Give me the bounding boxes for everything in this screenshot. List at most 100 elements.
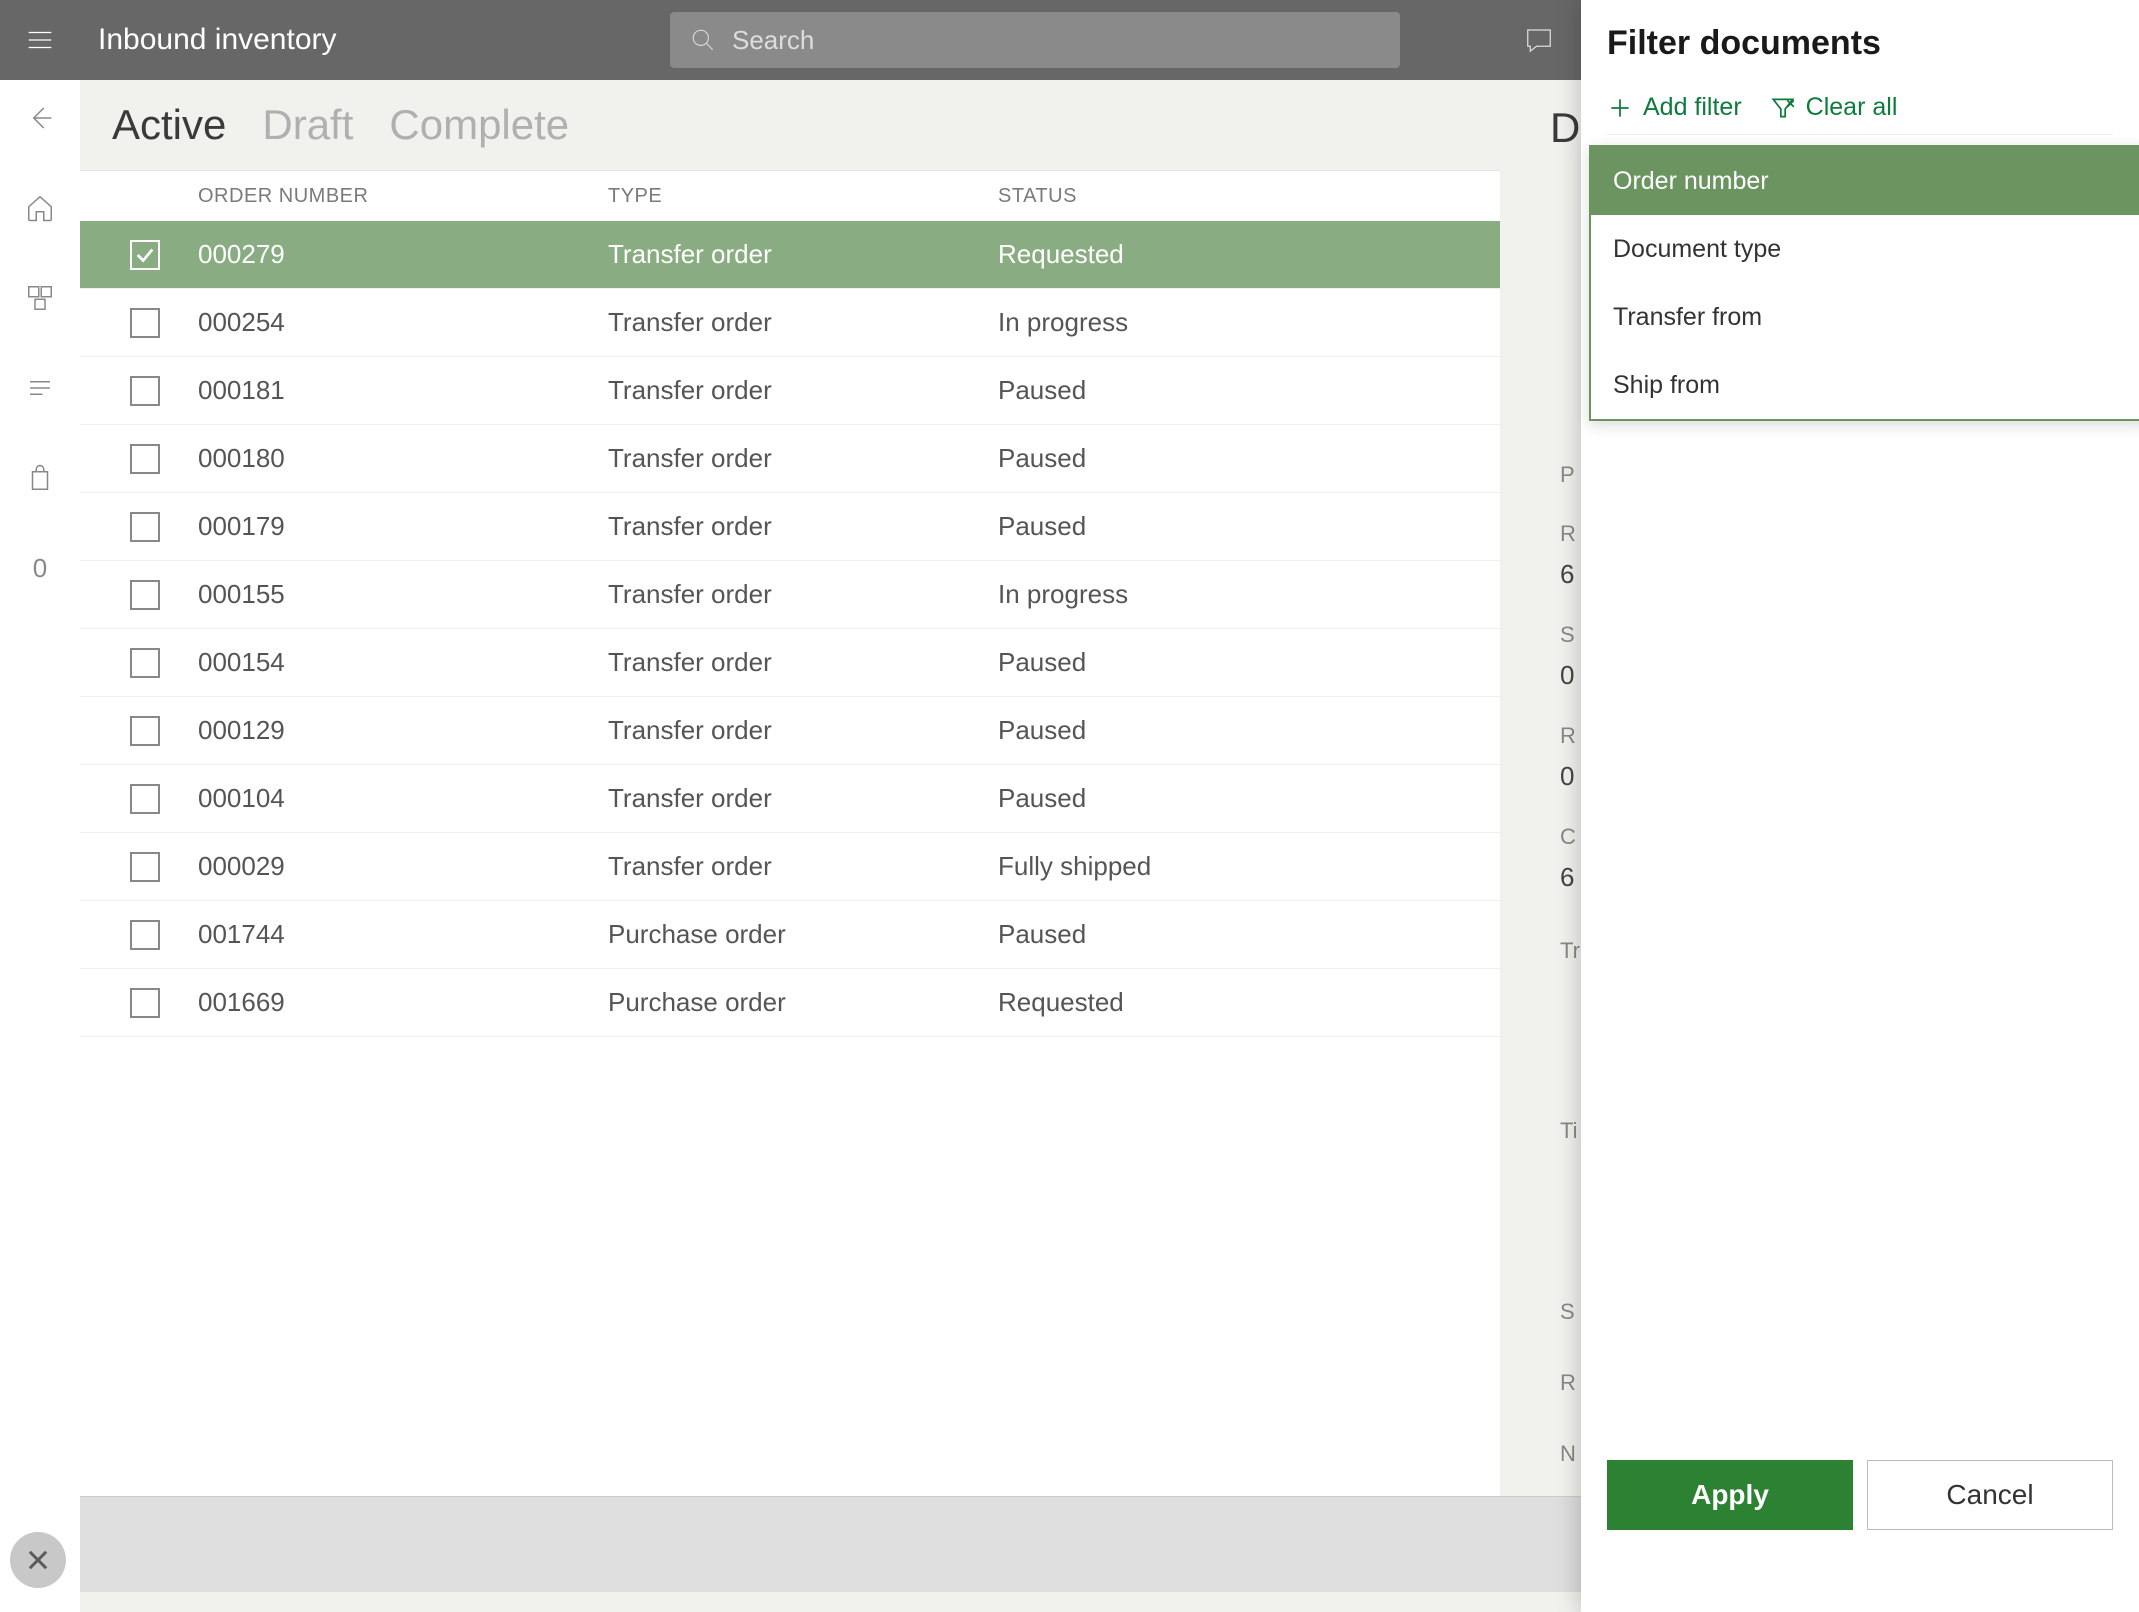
add-filter-label: Add filter [1643,93,1742,122]
tab-draft[interactable]: Draft [262,101,353,149]
row-checkbox[interactable] [130,580,160,610]
search-placeholder: Search [732,25,814,56]
search-input[interactable]: Search [670,12,1400,68]
check-icon [134,244,156,266]
row-checkbox[interactable] [130,716,160,746]
row-checkbox[interactable] [130,308,160,338]
row-checkbox[interactable] [130,444,160,474]
cell-order-number: 000155 [198,579,598,610]
nav-counter[interactable]: 0 [20,548,60,588]
table-header: ORDER NUMBER TYPE STATUS [80,171,1500,221]
nav-home[interactable] [20,188,60,228]
row-checkbox[interactable] [130,784,160,814]
dropdown-option-transfer-from[interactable]: Transfer from [1591,283,2139,351]
cell-status: Requested [998,239,1500,270]
table-row[interactable]: 000181Transfer orderPaused [80,357,1500,425]
table-row[interactable]: 001669Purchase orderRequested [80,969,1500,1037]
clear-all-button[interactable]: Clear all [1770,93,1898,122]
cell-order-number: 000179 [198,511,598,542]
row-checkbox[interactable] [130,240,160,270]
cell-type: Transfer order [598,647,998,678]
bag-icon [25,463,55,493]
table-row[interactable]: 000129Transfer orderPaused [80,697,1500,765]
table-row[interactable]: 000180Transfer orderPaused [80,425,1500,493]
dropdown-option-ship-from[interactable]: Ship from [1591,351,2139,419]
table-row[interactable]: 000179Transfer orderPaused [80,493,1500,561]
home-icon [25,193,55,223]
row-checkbox[interactable] [130,852,160,882]
header-order[interactable]: ORDER NUMBER [198,185,368,207]
back-button[interactable] [20,98,60,138]
page-title: Inbound inventory [98,23,337,57]
table-row[interactable]: 000029Transfer orderFully shipped [80,833,1500,901]
cell-status: Paused [998,783,1500,814]
table-row[interactable]: 001744Purchase orderPaused [80,901,1500,969]
row-checkbox[interactable] [130,512,160,542]
cell-order-number: 000180 [198,443,598,474]
cell-type: Transfer order [598,783,998,814]
cell-status: Fully shipped [998,851,1500,882]
cell-status: In progress [998,307,1500,338]
cell-type: Transfer order [598,307,998,338]
cell-type: Purchase order [598,987,998,1018]
dropdown-option-document-type[interactable]: Document type [1591,215,2139,283]
cell-order-number: 000029 [198,851,598,882]
table-row[interactable]: 000254Transfer orderIn progress [80,289,1500,357]
table-row[interactable]: 000104Transfer orderPaused [80,765,1500,833]
row-checkbox[interactable] [130,648,160,678]
back-arrow-icon [25,103,55,133]
close-button[interactable] [10,1532,66,1588]
nav-inventory[interactable] [20,278,60,318]
clear-filter-icon [1770,95,1796,121]
apply-button[interactable]: Apply [1607,1460,1853,1530]
cell-order-number: 001744 [198,919,598,950]
filter-panel-actions: Add filter Clear all [1607,93,2113,135]
nav-rail: 0 [0,80,80,1612]
filter-panel-buttons: Apply Cancel [1607,1460,2113,1530]
nav-list[interactable] [20,368,60,408]
cell-type: Transfer order [598,443,998,474]
hamburger-icon [25,25,55,55]
tab-complete[interactable]: Complete [389,101,569,149]
filter-panel-title: Filter documents [1607,24,2113,63]
add-filter-button[interactable]: Add filter [1607,93,1742,122]
table-row[interactable]: 000155Transfer orderIn progress [80,561,1500,629]
table-row[interactable]: 000154Transfer orderPaused [80,629,1500,697]
cell-status: Requested [998,987,1500,1018]
cell-type: Transfer order [598,511,998,542]
filter-panel: Filter documents Add filter Clear all Or… [1581,0,2139,1612]
table-body: 000279Transfer orderRequested000254Trans… [80,221,1500,1037]
plus-icon [1607,95,1633,121]
chat-button[interactable] [1519,20,1559,60]
boxes-icon [25,283,55,313]
row-checkbox[interactable] [130,920,160,950]
row-checkbox[interactable] [130,376,160,406]
cell-type: Transfer order [598,579,998,610]
cell-order-number: 000181 [198,375,598,406]
tab-active[interactable]: Active [112,101,226,149]
row-checkbox[interactable] [130,988,160,1018]
cell-type: Transfer order [598,851,998,882]
cell-order-number: 001669 [198,987,598,1018]
cell-status: Paused [998,375,1500,406]
cell-order-number: 000104 [198,783,598,814]
clear-all-label: Clear all [1806,93,1898,122]
header-type[interactable]: TYPE [608,185,662,207]
menu-button[interactable] [0,0,80,80]
header-status[interactable]: STATUS [998,185,1077,207]
cell-type: Transfer order [598,375,998,406]
cell-order-number: 000279 [198,239,598,270]
table-row[interactable]: 000279Transfer orderRequested [80,221,1500,289]
search-icon [690,27,716,53]
filter-field-dropdown[interactable]: Order number Document type Transfer from… [1589,145,2139,421]
orders-table: ORDER NUMBER TYPE STATUS 000279Transfer … [80,170,1500,1514]
cancel-button[interactable]: Cancel [1867,1460,2113,1530]
cell-status: Paused [998,443,1500,474]
dropdown-option-order-number[interactable]: Order number [1591,147,2139,215]
cell-type: Transfer order [598,715,998,746]
cell-status: Paused [998,511,1500,542]
cell-status: Paused [998,919,1500,950]
cell-order-number: 000154 [198,647,598,678]
nav-bag[interactable] [20,458,60,498]
cell-status: In progress [998,579,1500,610]
